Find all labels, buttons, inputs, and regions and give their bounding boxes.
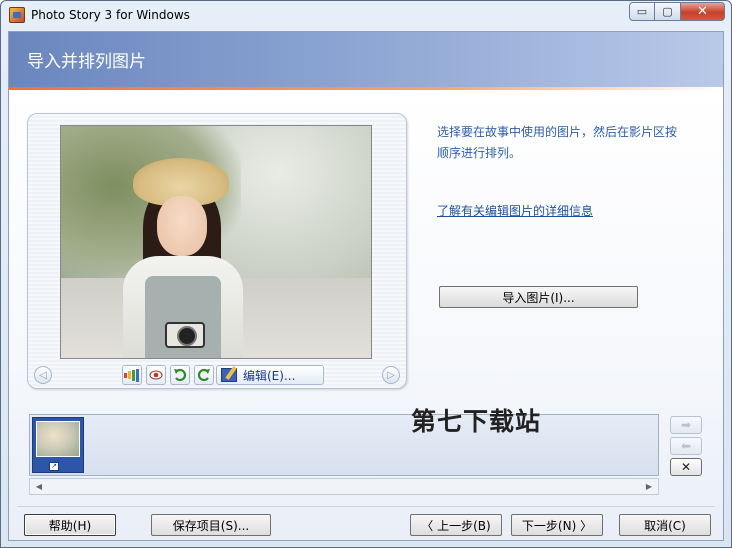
maximize-button[interactable]: ▢	[655, 2, 681, 21]
remove-red-eye-icon[interactable]	[146, 365, 166, 385]
page-header: 导入并排列图片	[9, 32, 723, 87]
previous-picture-icon[interactable]: ◁	[34, 366, 52, 384]
edit-picture-label: 编辑(E)...	[243, 368, 296, 383]
selected-picture-preview	[60, 125, 372, 359]
thumbnail-edit-icon[interactable]: ↗	[49, 462, 59, 471]
import-pictures-button[interactable]: 导入图片(I)...	[439, 286, 638, 308]
title-bar[interactable]: Photo Story 3 for Windows ▭ ▢ ✕	[1, 1, 731, 31]
minimize-button[interactable]: ▭	[629, 2, 655, 21]
scroll-right-arrow-icon[interactable]: ▶	[642, 480, 656, 493]
move-left-button[interactable]: ⬅	[670, 437, 702, 455]
picture-edit-toolbar: ◁ 编辑(E)... ▷	[28, 362, 406, 386]
main-content: ◁ 编辑(E)... ▷ 选择要在故事中使用的图片，然后在影片区按顺序进行排列。…	[9, 90, 723, 540]
filmstrip-scrollbar[interactable]: ◀ ▶	[29, 478, 659, 495]
rotate-right-icon[interactable]	[194, 365, 214, 385]
cancel-button[interactable]: 取消(C)	[619, 514, 711, 536]
auto-correct-levels-icon[interactable]	[122, 365, 142, 385]
next-button[interactable]: 下一步(N) 〉	[511, 514, 603, 536]
scroll-left-arrow-icon[interactable]: ◀	[32, 480, 46, 493]
filmstrip-thumbnail[interactable]: ↗	[32, 417, 84, 473]
thumbnail-image	[36, 421, 80, 457]
app-window: Photo Story 3 for Windows ▭ ▢ ✕ 导入并排列图片	[0, 0, 732, 548]
footer-separator	[17, 506, 715, 507]
next-picture-icon[interactable]: ▷	[382, 366, 400, 384]
wizard-client-area: 导入并排列图片 ◁ 编辑(E)... ▷ 选择要在故事中使用的图片，然后在影片区…	[8, 31, 724, 541]
close-button[interactable]: ✕	[681, 2, 725, 21]
back-button[interactable]: 〈 上一步(B)	[410, 514, 502, 536]
watermark-text: 第七下载站	[411, 407, 542, 436]
edit-pen-icon	[221, 368, 237, 382]
remove-picture-button[interactable]: ✕	[670, 458, 702, 476]
learn-more-editing-link[interactable]: 了解有关编辑图片的详细信息	[437, 202, 593, 219]
window-controls: ▭ ▢ ✕	[629, 2, 725, 21]
picture-preview-panel: ◁ 编辑(E)... ▷	[27, 113, 407, 389]
filmstrip[interactable]: ↗	[29, 414, 659, 476]
window-title: Photo Story 3 for Windows	[31, 8, 190, 22]
save-project-button[interactable]: 保存项目(S)...	[151, 514, 271, 536]
page-title: 导入并排列图片	[27, 52, 146, 72]
rotate-left-icon[interactable]	[170, 365, 190, 385]
photo-story-app-icon	[9, 7, 25, 23]
edit-picture-button[interactable]: 编辑(E)...	[216, 365, 324, 385]
instructions-text: 选择要在故事中使用的图片，然后在影片区按顺序进行排列。	[437, 125, 678, 160]
help-button[interactable]: 帮助(H)	[24, 514, 116, 536]
move-right-button[interactable]: ➡	[670, 416, 702, 434]
